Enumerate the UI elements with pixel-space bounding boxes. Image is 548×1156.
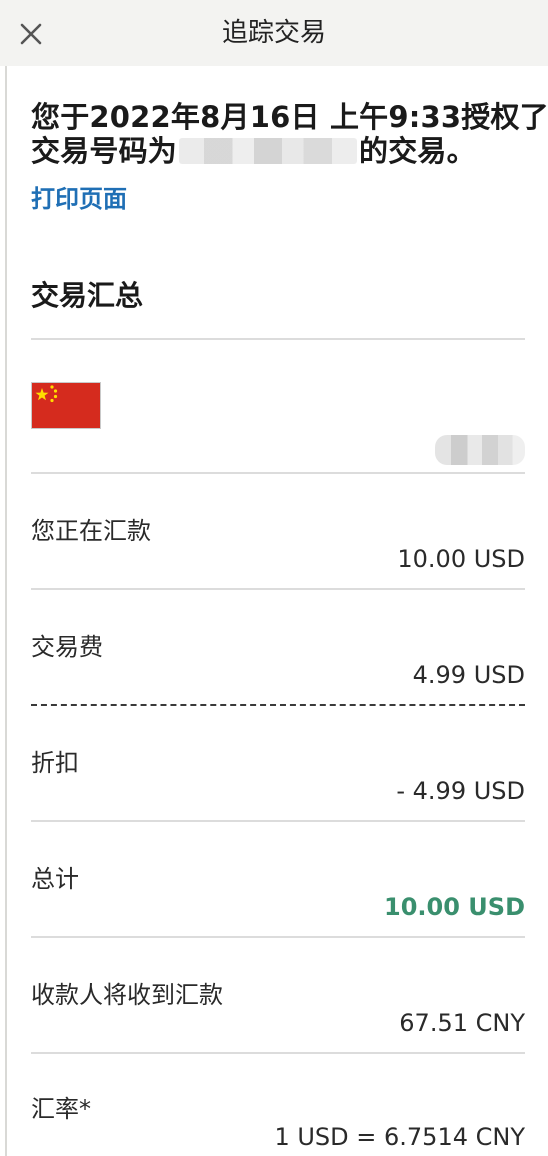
- discount-value: - 4.99 USD: [396, 777, 525, 805]
- divider: [31, 1052, 525, 1054]
- recipient-receives-value: 67.51 CNY: [399, 1009, 525, 1037]
- recipient-receives-label: 收款人将收到汇款: [31, 981, 223, 1009]
- notice-line-2-suffix: 的交易。: [359, 134, 476, 168]
- divider: [31, 338, 525, 340]
- authorization-notice: 您于2022年8月16日 上午9:33授权了 交易号码为 的交易。: [31, 100, 548, 168]
- divider: [31, 588, 525, 590]
- divider: [31, 936, 525, 938]
- divider: [31, 820, 525, 822]
- notice-line-1: 您于2022年8月16日 上午9:33授权了: [31, 100, 548, 134]
- track-transaction-page: 追踪交易 您于2022年8月16日 上午9:33授权了 交易号码为 的交易。 打印…: [0, 0, 548, 1156]
- sending-amount-label: 您正在汇款: [31, 517, 151, 545]
- total-value: 10.00 USD: [384, 893, 525, 921]
- sending-amount-value: 10.00 USD: [397, 545, 525, 573]
- total-label: 总计: [31, 865, 79, 893]
- divider: [31, 472, 525, 474]
- fee-value: 4.99 USD: [412, 661, 525, 689]
- summary-title: 交易汇总: [31, 279, 144, 312]
- left-border: [5, 66, 7, 1156]
- redacted-transaction-number: [179, 138, 358, 164]
- redacted-recipient-name: [435, 435, 525, 465]
- discount-label: 折扣: [31, 749, 79, 777]
- notice-line-2-prefix: 交易号码为: [31, 134, 178, 168]
- page-title: 追踪交易: [221, 18, 326, 48]
- print-page-link[interactable]: 打印页面: [31, 183, 127, 215]
- fee-label: 交易费: [31, 633, 103, 661]
- notice-line-2: 交易号码为 的交易。: [31, 134, 541, 168]
- exchange-rate-label: 汇率*: [31, 1095, 91, 1123]
- dashed-divider: [31, 704, 525, 706]
- exchange-rate-value: 1 USD = 6.7514 CNY: [274, 1123, 525, 1151]
- china-flag-icon: [31, 382, 101, 429]
- top-bar: 追踪交易: [0, 0, 548, 66]
